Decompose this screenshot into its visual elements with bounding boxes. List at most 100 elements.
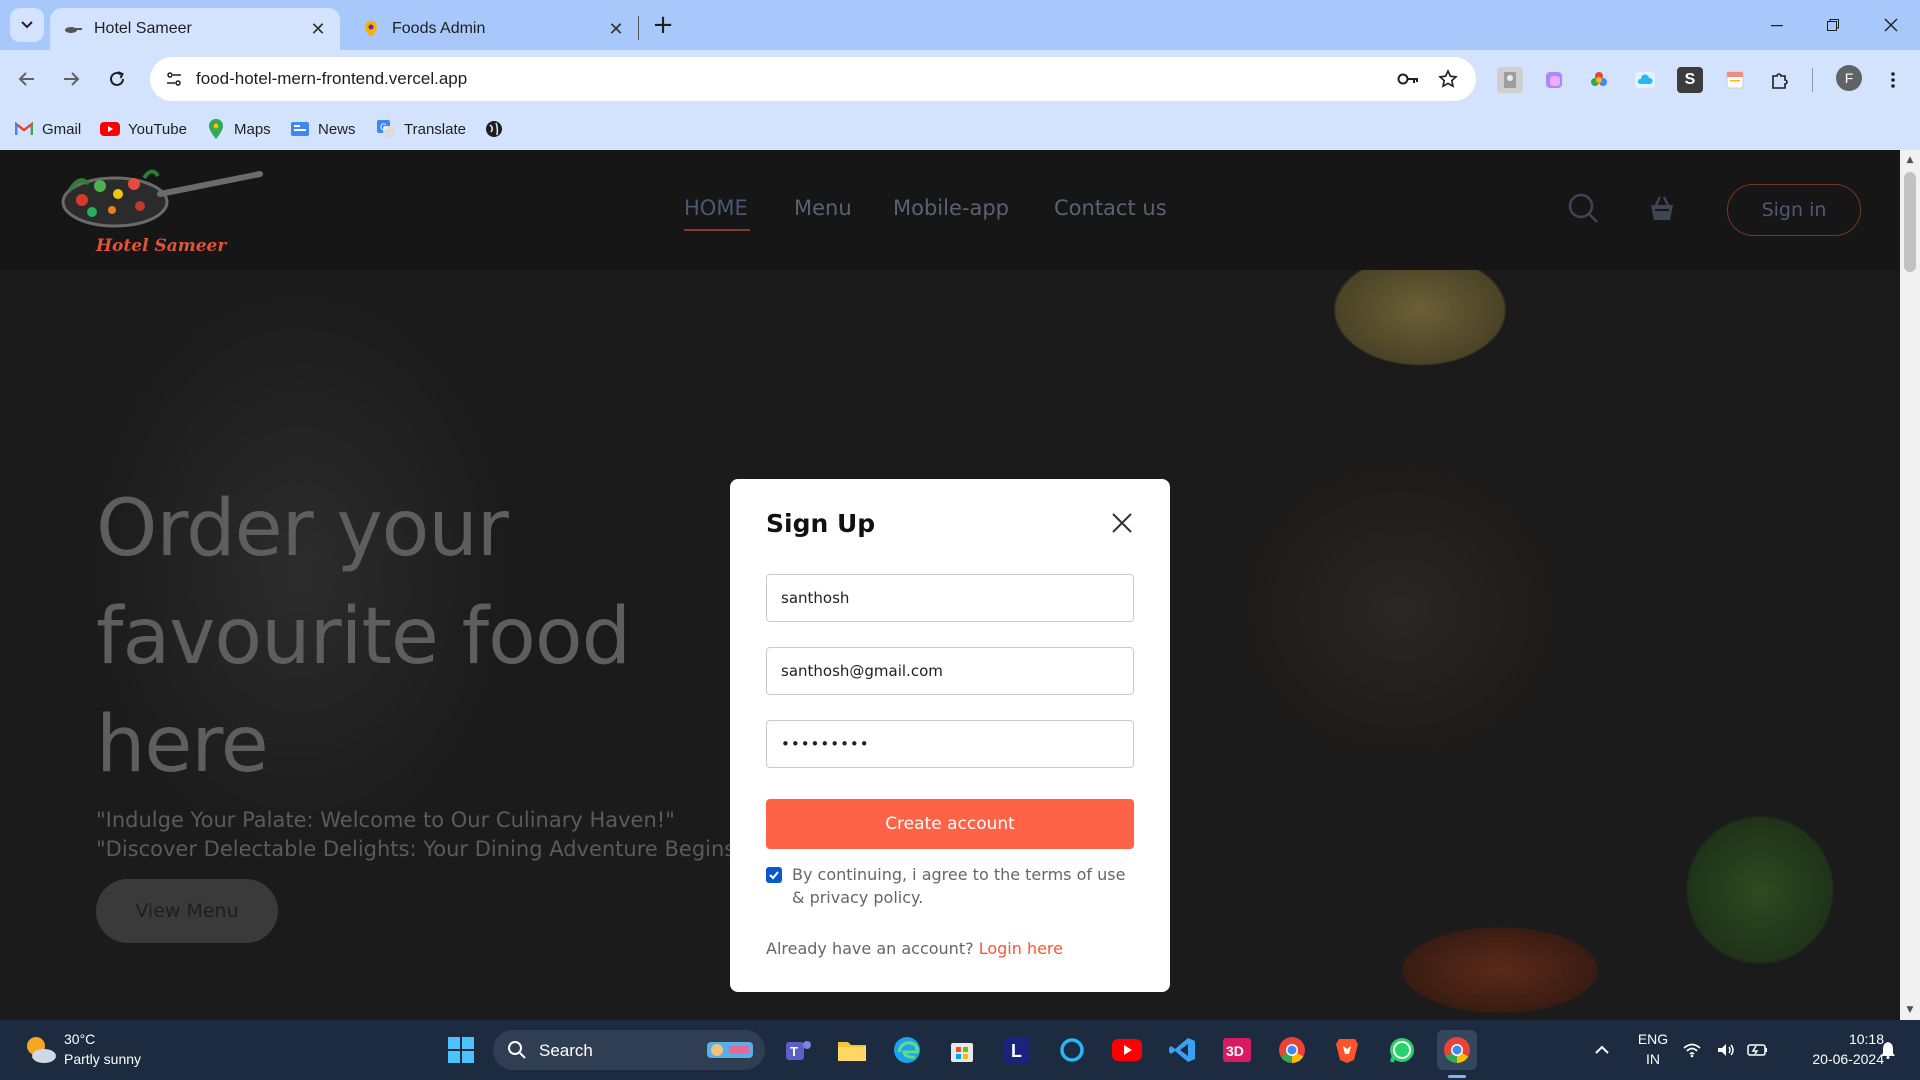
view-menu-button[interactable]: View Menu [96,879,278,943]
bookmark-gmail[interactable]: Gmail [14,116,81,142]
bookmark-news[interactable]: News [290,116,356,142]
scroll-down-icon[interactable]: ▼ [1904,1004,1916,1016]
extension-colorwheel-icon[interactable] [1586,67,1612,93]
extension-gradient-icon[interactable] [1541,67,1567,93]
site-info-icon[interactable] [160,65,188,93]
kebab-menu-icon[interactable] [1880,67,1906,93]
bookmark-translate[interactable]: G Translate [376,116,466,142]
back-button[interactable] [8,60,46,98]
nav-contact-us[interactable]: Contact us [1054,196,1167,220]
extension-s-icon[interactable]: S [1677,67,1703,93]
forward-button[interactable] [52,60,90,98]
restore-icon [1827,19,1839,31]
browser-chrome: Hotel Sameer ✕ Foods Admin ✕ + food-hote… [0,0,1920,150]
minimize-button[interactable] [1752,8,1802,42]
wifi-icon[interactable] [1680,1030,1704,1070]
news-icon [290,119,310,139]
whatsapp-icon[interactable] [1382,1030,1422,1070]
translate-icon: G [376,119,396,139]
bookmark-star-icon[interactable] [1434,65,1462,93]
cortana-ring-icon[interactable] [1052,1030,1092,1070]
sign-in-button[interactable]: Sign in [1727,184,1861,236]
site-header: Hotel Sameer HOME Menu Mobile-app Contac… [0,150,1900,270]
url-text[interactable]: food-hotel-mern-frontend.vercel.app [196,69,467,89]
brave-icon[interactable] [1327,1030,1367,1070]
extension-cloud-icon[interactable] [1632,67,1658,93]
nav-home[interactable]: HOME [684,196,748,220]
weather-description[interactable]: Partly sunny [64,1051,141,1067]
chrome-icon[interactable] [1272,1030,1312,1070]
tab-separator [638,16,639,40]
pin-favicon-icon [362,20,380,38]
logo-text: Hotel Sameer [96,236,227,256]
language-bottom[interactable]: IN [1636,1051,1670,1067]
extension-notes-icon[interactable] [1722,67,1748,93]
address-bar[interactable]: food-hotel-mern-frontend.vercel.app [150,57,1476,101]
password-key-icon[interactable] [1394,65,1422,93]
name-input[interactable] [766,574,1134,622]
vscode-icon[interactable] [1162,1030,1202,1070]
svg-text:G: G [380,122,387,132]
bookmark-globe[interactable] [484,116,512,142]
restore-button[interactable] [1808,8,1858,42]
create-account-button[interactable]: Create account [766,799,1134,849]
battery-icon[interactable] [1746,1030,1770,1070]
file-explorer-icon[interactable] [832,1030,872,1070]
tab-foods-admin[interactable]: Foods Admin ✕ [348,8,638,50]
hero-subtitle: "Indulge Your Palate: Welcome to Our Cul… [96,808,736,861]
maps-pin-icon [206,119,226,139]
close-tab-icon[interactable]: ✕ [308,19,328,39]
l-app-icon[interactable]: L [997,1030,1037,1070]
arrow-right-icon [64,72,80,86]
scroll-thumb[interactable] [1904,172,1916,272]
tab-title: Foods Admin [392,20,486,37]
teams-icon[interactable]: T [778,1030,818,1070]
chevron-down-icon [21,21,33,29]
tab-search-button[interactable] [10,8,44,42]
weather-temperature[interactable]: 30°C [64,1031,95,1047]
password-input[interactable] [766,720,1134,768]
taskbar-search[interactable]: Search [493,1030,765,1070]
extension-photo-icon[interactable] [1497,67,1523,93]
extensions-puzzle-icon[interactable] [1767,67,1793,93]
close-tab-icon[interactable]: ✕ [606,19,626,39]
scroll-up-icon[interactable]: ▲ [1904,154,1916,166]
3d-viewer-icon[interactable]: 3D [1217,1030,1257,1070]
notification-bell-icon[interactable] [1876,1030,1900,1070]
nav-mobile-app[interactable]: Mobile-app [893,196,1009,220]
language-top[interactable]: ENG [1636,1031,1670,1047]
reload-button[interactable] [98,60,136,98]
clock-date[interactable]: 20-06-2024 [1784,1051,1884,1067]
bookmark-youtube[interactable]: YouTube [100,116,187,142]
signup-modal: Sign Up Create account By continuing, i … [730,479,1170,992]
svg-text:L: L [1011,1041,1022,1061]
edge-icon[interactable] [887,1030,927,1070]
new-tab-button[interactable]: + [648,10,678,40]
gmail-icon [14,119,34,139]
arrow-left-icon [18,72,34,86]
email-input[interactable] [766,647,1134,695]
search-icon[interactable] [1563,188,1603,228]
basket-icon[interactable] [1642,188,1682,228]
microsoft-store-icon[interactable] [942,1030,982,1070]
chevron-up-icon[interactable] [1582,1030,1622,1070]
terms-checkbox[interactable] [766,867,782,883]
close-icon[interactable] [1108,509,1136,537]
page-scrollbar[interactable]: ▲ ▼ [1900,150,1920,1020]
start-button[interactable] [441,1030,481,1070]
profile-avatar[interactable]: F [1836,65,1862,91]
login-here-link[interactable]: Login here [979,939,1063,958]
close-window-button[interactable] [1866,8,1916,42]
bookmark-maps[interactable]: Maps [206,116,271,142]
svg-text:3D: 3D [1226,1043,1244,1059]
chrome-active-icon[interactable] [1437,1030,1477,1070]
tab-hotel-sameer[interactable]: Hotel Sameer ✕ [50,8,340,50]
browser-toolbar: food-hotel-mern-frontend.vercel.app S F [0,50,1920,108]
clock-time[interactable]: 10:18 [1784,1031,1884,1047]
site-logo[interactable]: Hotel Sameer [60,164,270,256]
volume-icon[interactable] [1714,1030,1738,1070]
youtube-app-icon[interactable] [1107,1030,1147,1070]
partly-sunny-icon[interactable] [22,1032,58,1068]
windows-logo-icon [448,1037,474,1063]
nav-menu[interactable]: Menu [794,196,852,220]
